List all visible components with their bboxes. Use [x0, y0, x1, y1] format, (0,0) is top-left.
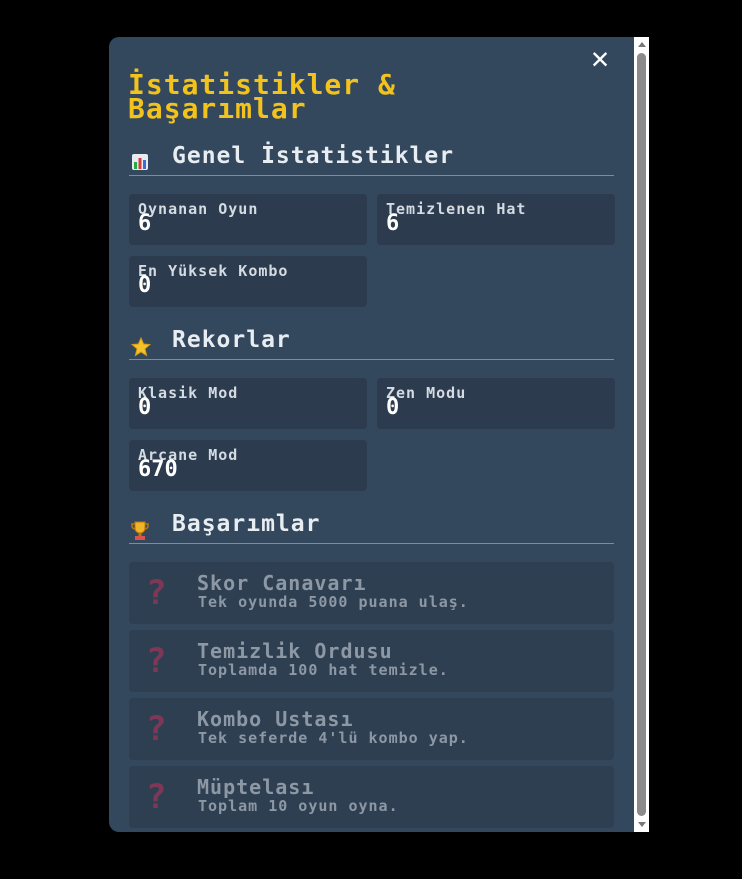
achievement-description: Toplamda 100 hat temizle.	[198, 661, 449, 679]
scroll-down-arrow-icon[interactable]	[638, 822, 646, 827]
achievements-header: Başarımlar	[129, 511, 614, 544]
general-stats-header: Genel İstatistikler	[129, 143, 614, 176]
achievements-heading: Başarımlar	[172, 511, 321, 537]
achievement-title: Skor Canavarı	[197, 571, 367, 595]
record-zen-mode: Zen Modu 0	[377, 378, 615, 429]
stats-modal: ✕ İstatistikler & Başarımlar Genel İstat…	[109, 37, 649, 832]
stat-value: 6	[138, 211, 152, 236]
achievement-description: Toplam 10 oyun oyna.	[198, 797, 399, 815]
modal-title: İstatistikler & Başarımlar	[128, 68, 396, 125]
records-header: Rekorlar	[129, 327, 614, 360]
locked-question-icon: ?	[146, 777, 167, 817]
records-heading: Rekorlar	[172, 327, 291, 353]
record-arcane-mode: Arcane Mod 670	[129, 440, 367, 491]
stat-value: 0	[138, 395, 152, 420]
stat-label: Oynanan Oyun	[138, 200, 259, 218]
achievement-description: Tek oyunda 5000 puana ulaş.	[198, 593, 469, 611]
stat-highest-combo: En Yüksek Kombo 0	[129, 256, 367, 307]
general-stats-heading: Genel İstatistikler	[172, 143, 455, 169]
stat-value: 0	[386, 395, 400, 420]
stat-label: Temizlenen Hat	[386, 200, 527, 218]
achievement-item: ? Kombo Ustası Tek seferde 4'lü kombo ya…	[129, 698, 614, 760]
scroll-up-arrow-icon[interactable]	[638, 42, 646, 47]
stat-label: En Yüksek Kombo	[138, 262, 289, 280]
scrollbar[interactable]	[634, 37, 649, 832]
locked-question-icon: ?	[146, 573, 167, 613]
close-button[interactable]: ✕	[587, 44, 613, 74]
achievement-item: ? Müptelası Toplam 10 oyun oyna.	[129, 766, 614, 828]
stat-lines-cleared: Temizlenen Hat 6	[377, 194, 615, 245]
star-icon	[130, 336, 152, 357]
stat-label: Klasik Mod	[138, 384, 239, 402]
achievement-item: ? Skor Canavarı Tek oyunda 5000 puana ul…	[129, 562, 614, 624]
scrollbar-thumb[interactable]	[637, 53, 646, 816]
achievement-description: Tek seferde 4'lü kombo yap.	[198, 729, 469, 747]
achievement-title: Kombo Ustası	[197, 707, 354, 731]
trophy-icon	[131, 521, 151, 541]
stat-value: 670	[138, 457, 178, 482]
stat-games-played: Oynanan Oyun 6	[129, 194, 367, 245]
achievement-title: Temizlik Ordusu	[197, 639, 393, 663]
stat-value: 6	[386, 211, 400, 236]
achievement-item: ? Temizlik Ordusu Toplamda 100 hat temiz…	[129, 630, 614, 692]
locked-question-icon: ?	[146, 641, 167, 681]
stat-value: 0	[138, 273, 152, 298]
bar-chart-icon	[131, 153, 151, 173]
achievement-title: Müptelası	[197, 775, 315, 799]
record-classic-mode: Klasik Mod 0	[129, 378, 367, 429]
locked-question-icon: ?	[146, 709, 167, 749]
